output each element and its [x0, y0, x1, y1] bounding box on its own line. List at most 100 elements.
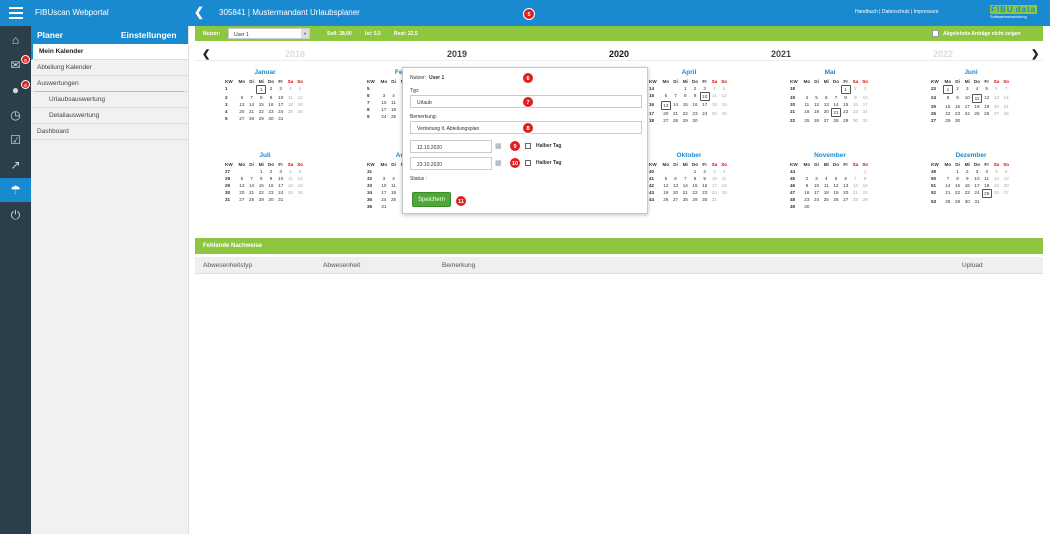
day-cell[interactable]: 8	[690, 175, 700, 182]
day-cell[interactable]: 2	[266, 85, 276, 94]
day-cell[interactable]: 9	[851, 94, 861, 101]
day-cell[interactable]: 16	[802, 189, 812, 196]
day-cell[interactable]: 21	[671, 110, 681, 117]
day-cell[interactable]: 25	[981, 189, 992, 198]
day-cell[interactable]: 10	[972, 175, 982, 182]
day-cell[interactable]: 22	[841, 108, 851, 117]
year-2021[interactable]: 2021	[751, 49, 811, 59]
day-cell[interactable]: 19	[661, 189, 671, 196]
day-cell[interactable]: 21	[851, 189, 861, 196]
day-cell[interactable]: 26	[661, 196, 671, 203]
day-cell[interactable]: 10	[860, 94, 870, 101]
day-cell[interactable]: 21	[943, 189, 953, 198]
day-cell[interactable]: 23	[962, 189, 972, 198]
day-cell[interactable]: 22	[256, 189, 266, 196]
day-cell[interactable]: 25	[972, 110, 982, 117]
year-2022[interactable]: 2022	[913, 49, 973, 59]
day-cell[interactable]: 5	[295, 85, 305, 94]
day-cell[interactable]: 6	[841, 175, 851, 182]
day-cell[interactable]: 21	[680, 189, 690, 196]
day-cell[interactable]: 14	[671, 101, 681, 110]
day-cell[interactable]: 31	[276, 115, 286, 122]
prev-year-icon[interactable]: ❮	[202, 49, 210, 60]
day-cell[interactable]: 22	[690, 189, 700, 196]
sidebar-item-department-calendar[interactable]: Abteilung Kalender	[31, 60, 188, 76]
day-cell[interactable]: 20	[661, 110, 671, 117]
day-cell[interactable]: 7	[831, 94, 841, 101]
day-cell[interactable]: 2	[266, 168, 276, 175]
day-cell[interactable]: 26	[295, 108, 305, 115]
day-cell[interactable]: 2	[962, 168, 972, 175]
day-cell[interactable]: 5	[982, 85, 992, 94]
day-cell[interactable]: 30	[962, 198, 972, 205]
day-cell[interactable]: 20	[671, 189, 681, 196]
day-cell[interactable]: 28	[671, 117, 681, 124]
year-2018[interactable]: 2018	[265, 49, 325, 59]
day-cell[interactable]: 14	[851, 182, 861, 189]
day-cell[interactable]: 17	[379, 106, 389, 113]
day-cell[interactable]: 25	[286, 108, 296, 115]
year-2020[interactable]: 2020	[589, 49, 649, 59]
day-cell[interactable]: 15	[841, 101, 851, 108]
day-cell[interactable]: 30	[953, 117, 963, 124]
day-cell[interactable]: 24	[276, 108, 286, 115]
day-cell[interactable]: 19	[831, 189, 841, 196]
day-cell[interactable]: 4	[286, 168, 296, 175]
day-cell[interactable]: 31	[710, 196, 720, 203]
share-icon[interactable]: ↗	[0, 153, 31, 177]
day-cell[interactable]: 13	[237, 101, 247, 108]
day-cell[interactable]: 21	[1001, 103, 1011, 110]
day-cell[interactable]: 11	[389, 99, 399, 106]
day-cell[interactable]: 3	[379, 92, 389, 99]
day-cell[interactable]: 8	[841, 94, 851, 101]
day-cell[interactable]: 10	[276, 175, 286, 182]
day-cell[interactable]: 1	[860, 168, 870, 175]
day-cell[interactable]: 3	[962, 85, 972, 94]
day-cell[interactable]: 5	[831, 175, 841, 182]
day-cell[interactable]: 19	[812, 108, 822, 117]
tab-settings[interactable]: Einstellungen	[110, 26, 189, 44]
day-cell[interactable]: 8	[256, 94, 266, 101]
day-cell[interactable]: 22	[953, 189, 963, 198]
power-icon[interactable]: ⏻	[0, 203, 31, 227]
day-cell[interactable]: 16	[690, 101, 700, 110]
day-cell[interactable]: 13	[821, 101, 831, 108]
day-cell[interactable]: 5	[812, 94, 822, 101]
day-cell[interactable]: 13	[237, 182, 247, 189]
day-cell[interactable]: 26	[812, 117, 822, 124]
day-cell[interactable]: 25	[821, 196, 831, 203]
day-cell[interactable]: 16	[266, 182, 276, 189]
day-cell[interactable]: 29	[690, 196, 700, 203]
day-cell[interactable]: 18	[972, 103, 982, 110]
day-cell[interactable]: 8	[943, 94, 953, 103]
day-cell[interactable]: 11	[802, 101, 812, 108]
day-cell[interactable]: 27	[841, 196, 851, 203]
day-cell[interactable]: 12	[295, 175, 305, 182]
day-cell[interactable]: 18	[982, 182, 992, 189]
day-cell[interactable]: 16	[953, 103, 963, 110]
day-cell[interactable]: 1	[690, 168, 700, 175]
day-cell[interactable]: 27	[237, 196, 247, 203]
day-cell[interactable]: 6	[821, 94, 831, 101]
day-cell[interactable]: 21	[831, 108, 841, 117]
day-cell[interactable]: 26	[982, 110, 992, 117]
day-cell[interactable]: 27	[1001, 189, 1011, 198]
hide-rejected-checkbox[interactable]	[932, 30, 939, 37]
day-cell[interactable]: 5	[992, 168, 1002, 175]
day-cell[interactable]: 18	[286, 182, 296, 189]
day-cell[interactable]: 9	[953, 94, 963, 103]
day-cell[interactable]: 4	[719, 168, 729, 175]
day-cell[interactable]: 7	[247, 175, 257, 182]
day-cell[interactable]: 11	[710, 92, 720, 101]
day-cell[interactable]: 17	[700, 101, 710, 110]
day-cell[interactable]: 30	[851, 117, 861, 124]
day-cell[interactable]: 15	[256, 101, 266, 108]
day-cell[interactable]: 24	[972, 189, 982, 198]
day-cell[interactable]: 18	[719, 182, 729, 189]
day-cell[interactable]: 25	[802, 117, 812, 124]
day-cell[interactable]: 15	[690, 182, 700, 189]
day-cell[interactable]: 18	[710, 101, 720, 110]
day-cell[interactable]: 30	[802, 203, 812, 210]
day-cell[interactable]: 31	[276, 196, 286, 203]
day-cell[interactable]: 10	[379, 99, 389, 106]
